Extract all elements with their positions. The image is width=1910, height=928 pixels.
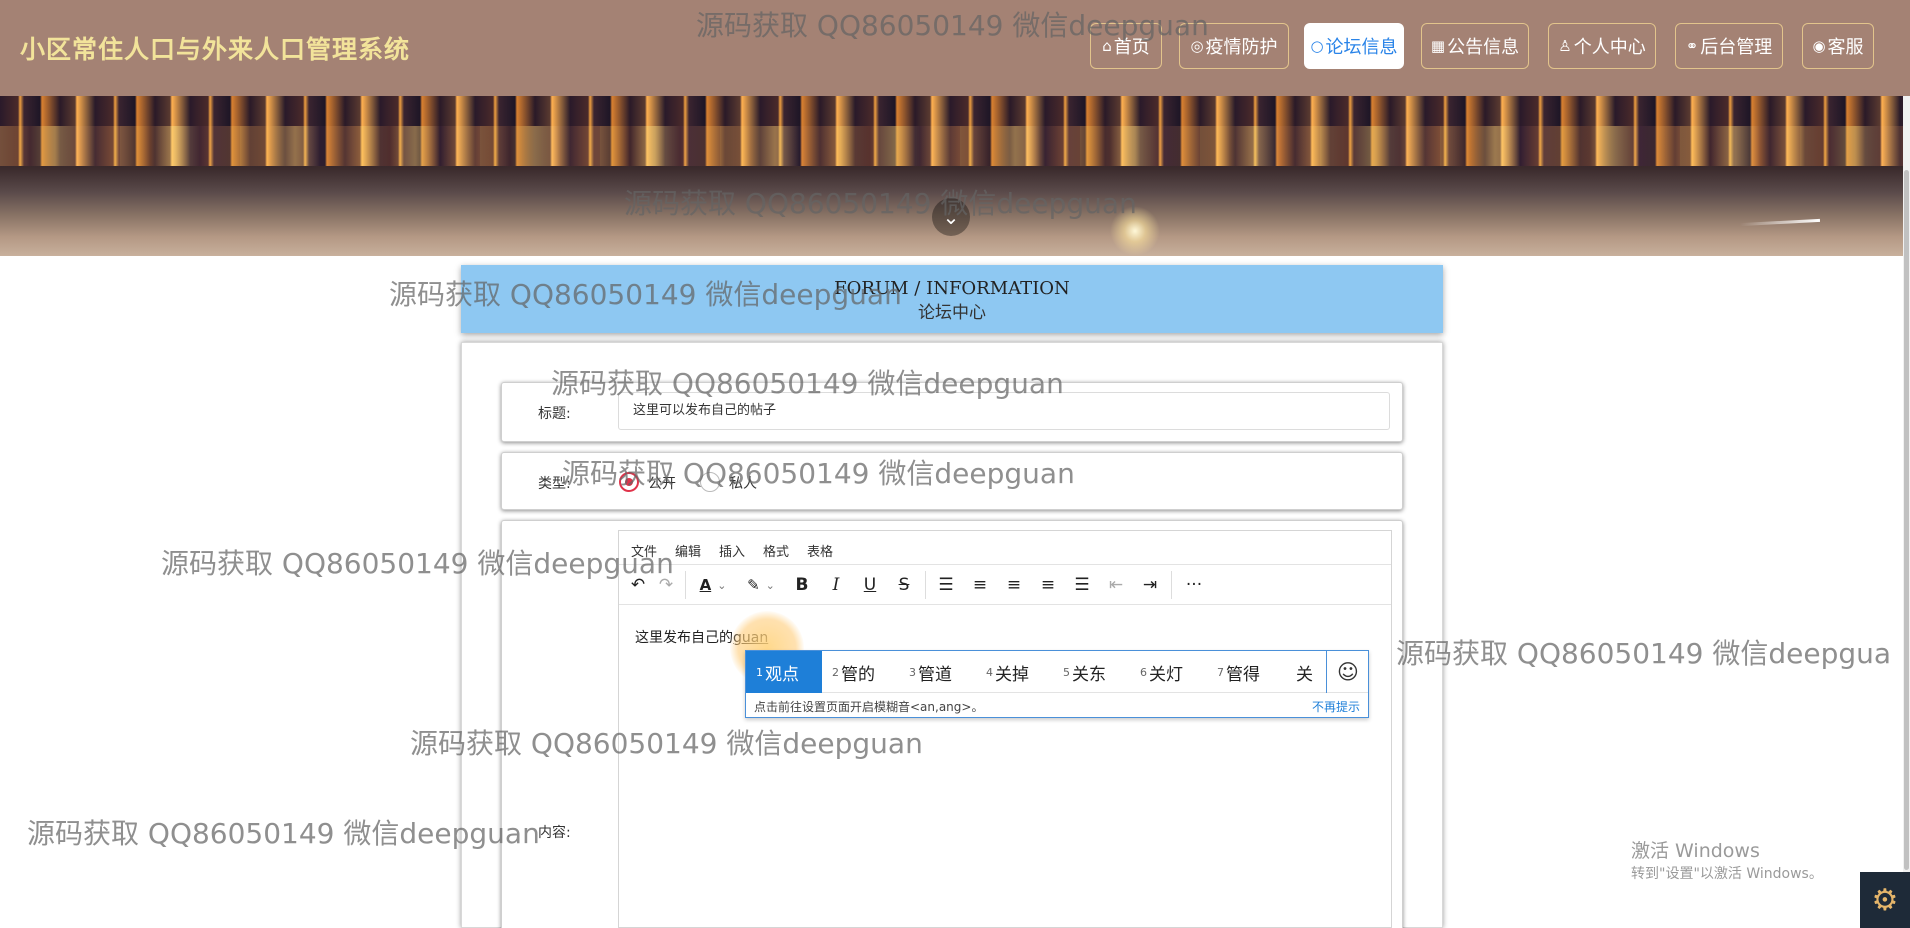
watermark: 源码获取 QQ86050149 微信deepguan: [410, 727, 923, 760]
watermark: 源码获取 QQ86050149 微信deepguan: [161, 547, 674, 580]
menu-format[interactable]: 格式: [763, 541, 789, 560]
italic-icon[interactable]: I: [823, 571, 849, 599]
nav-profile[interactable]: ♙ 个人中心: [1548, 23, 1656, 69]
ime-hint-text[interactable]: 点击前往设置页面开启模糊音<an,ang>。: [754, 698, 983, 715]
watermark: 源码获取 QQ86050149 微信deepguan: [624, 187, 1137, 220]
light-streak: [1739, 218, 1821, 227]
emoji-icon[interactable]: ☺: [1326, 651, 1369, 693]
title-label: 标题:: [538, 406, 571, 422]
ime-candidate-bar: 1 观点 2 管的 3 管道 4 关掉 5 关东 6 关灯 7 管得 关 ☺: [746, 651, 1368, 693]
more-icon[interactable]: ···: [1179, 571, 1209, 599]
ime-candidate[interactable]: 关: [1284, 651, 1326, 693]
nav-notice-label: 公告信息: [1447, 37, 1520, 58]
watermark: 源码获取 QQ86050149 微信deepguan: [389, 278, 902, 311]
bold-icon[interactable]: B: [789, 571, 815, 599]
align-right-icon[interactable]: ≡: [1035, 571, 1061, 599]
ime-candidate[interactable]: 2 管的: [822, 651, 899, 693]
strikethrough-icon[interactable]: S: [891, 571, 917, 599]
city-glow: [0, 126, 1903, 166]
watermark: 源码获取 QQ86050149 微信deepguan: [696, 9, 1209, 42]
ime-candidate-popup: 1 观点 2 管的 3 管道 4 关掉 5 关东 6 关灯 7 管得 关 ☺ 点击前往设置页面…: [745, 650, 1369, 718]
highlight-icon[interactable]: ✎ ⌄: [739, 571, 783, 599]
ime-dismiss-link[interactable]: 不再提示: [1312, 698, 1360, 715]
align-justify-icon[interactable]: ☰: [1069, 571, 1095, 599]
toolbar-divider: [685, 571, 686, 599]
nav-forum[interactable]: ○ 论坛信息: [1304, 23, 1404, 69]
content-text: 这里发布自己的: [635, 630, 733, 646]
toolbar-divider: [1171, 571, 1172, 599]
line-height-icon[interactable]: ☰: [933, 571, 959, 599]
watermark: 源码获取 QQ86050149 微信deepguan: [27, 817, 540, 850]
ime-candidate[interactable]: 6 关灯: [1130, 651, 1207, 693]
underline-icon[interactable]: U: [857, 571, 883, 599]
service-icon: ◉: [1812, 37, 1826, 55]
ime-candidate[interactable]: 1 观点: [746, 651, 822, 693]
menu-edit[interactable]: 编辑: [675, 541, 701, 560]
nav-admin[interactable]: ⚭ 后台管理: [1675, 23, 1783, 69]
ime-candidate[interactable]: 4 关掉: [976, 651, 1053, 693]
scrollbar-thumb[interactable]: [1904, 170, 1909, 870]
nav-service-label: 客服: [1827, 37, 1864, 58]
watermark: 源码获取 QQ86050149 微信deepguan: [551, 367, 1064, 400]
nav-forum-label: 论坛信息: [1325, 37, 1398, 58]
windows-activation-title: 激活 Windows: [1631, 840, 1760, 862]
ime-candidate[interactable]: 5 关东: [1053, 651, 1130, 693]
editor-menubar: 文件 编辑 插入 格式 表格: [619, 531, 1391, 565]
ime-candidate[interactable]: 3 管道: [899, 651, 976, 693]
nav-admin-label: 后台管理: [1700, 37, 1773, 58]
indent-icon[interactable]: ⇥: [1137, 571, 1163, 599]
content-label: 内容:: [538, 825, 571, 841]
font-color-icon[interactable]: A ⌄: [691, 571, 735, 599]
editor-toolbar: ↶ ↷ A ⌄ ✎ ⌄ B I U S ☰ ≡ ≡ ≡ ☰ ⇤ ⇥ ···: [619, 565, 1391, 605]
notice-icon: ▦: [1430, 37, 1446, 55]
user-icon: ♙: [1558, 37, 1572, 55]
menu-table[interactable]: 表格: [807, 541, 833, 560]
nav-notice[interactable]: ▦ 公告信息: [1421, 23, 1529, 69]
gear-icon[interactable]: ⚙: [1860, 872, 1910, 928]
link-icon: ⚭: [1685, 37, 1699, 55]
watermark: 源码获取 QQ86050149 微信deepguan: [562, 457, 1075, 490]
nav-profile-label: 个人中心: [1573, 37, 1646, 58]
watermark: 源码获取 QQ86050149 微信deepgua: [1396, 637, 1892, 670]
toolbar-divider: [925, 571, 926, 599]
windows-activation-subtitle: 转到"设置"以激活 Windows。: [1631, 866, 1823, 882]
outdent-icon[interactable]: ⇤: [1103, 571, 1129, 599]
menu-insert[interactable]: 插入: [719, 541, 745, 560]
nav-service[interactable]: ◉ 客服: [1802, 23, 1874, 69]
nav-epidemic-label: 疫情防护: [1205, 37, 1278, 58]
ime-candidate[interactable]: 7 管得: [1207, 651, 1284, 693]
site-title: 小区常住人口与外来人口管理系统: [20, 35, 411, 64]
align-left-icon[interactable]: ≡: [967, 571, 993, 599]
align-center-icon[interactable]: ≡: [1001, 571, 1027, 599]
chat-icon: ○: [1310, 37, 1324, 55]
